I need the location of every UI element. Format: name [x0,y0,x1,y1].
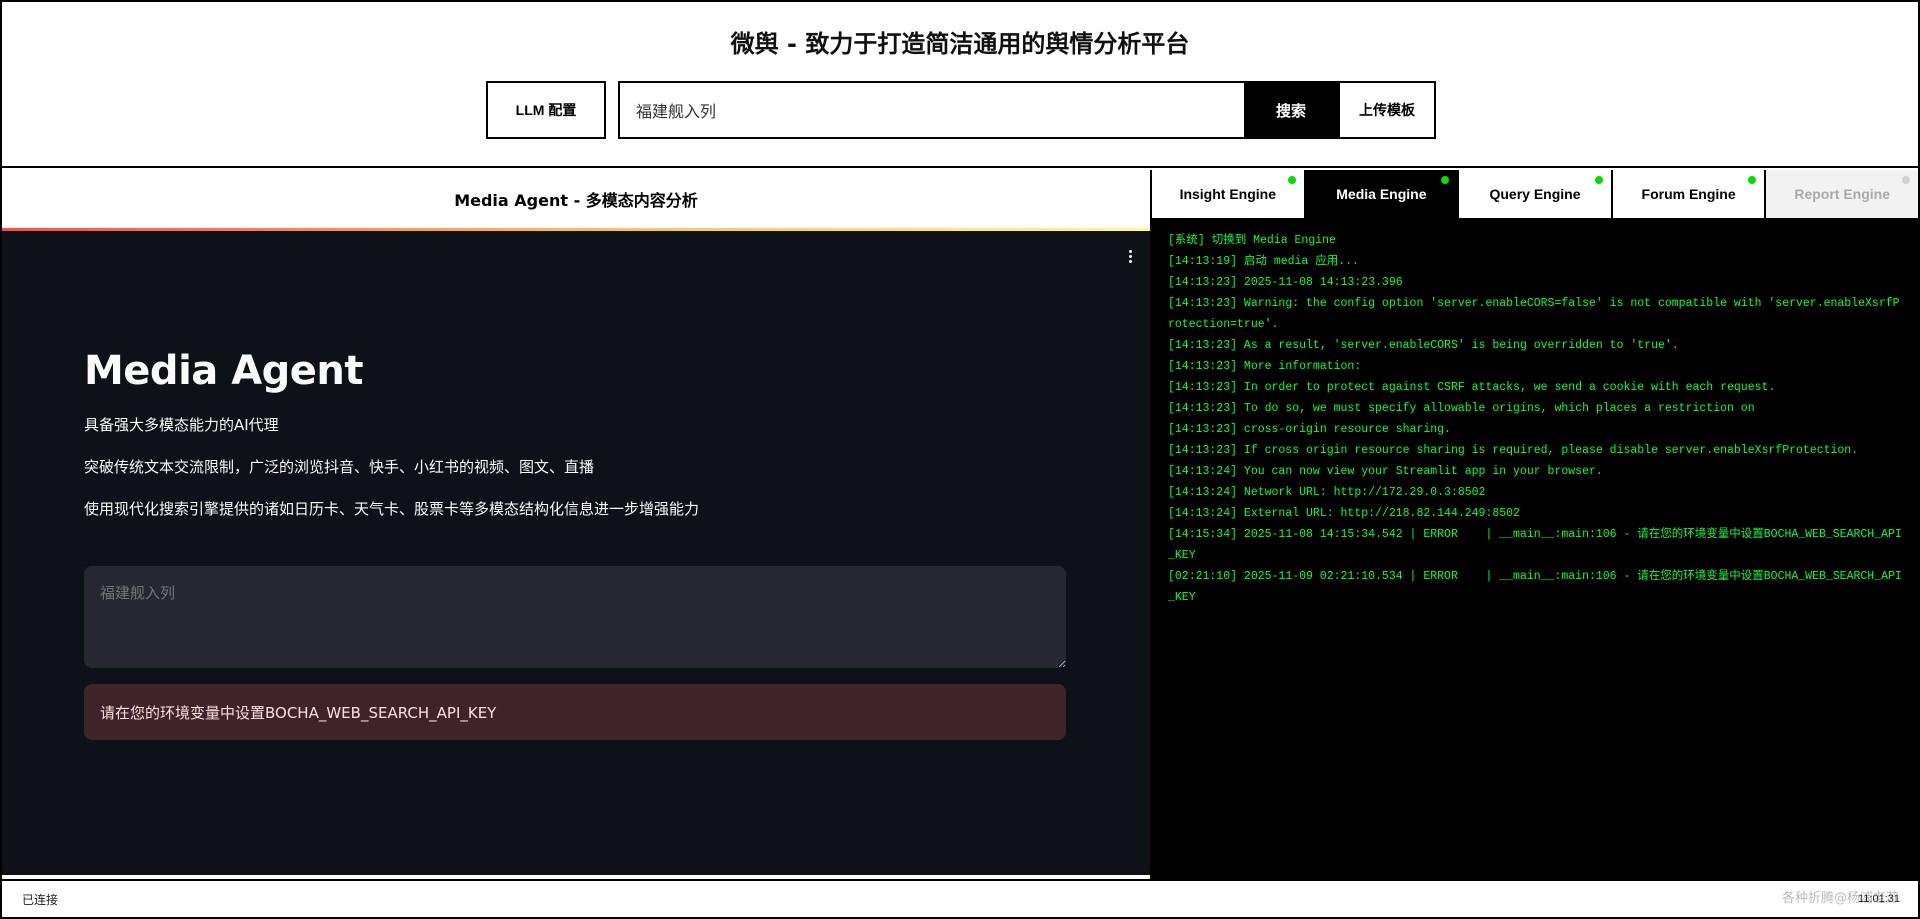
engine-tabs: Insight Engine Media Engine Query Engine… [1152,170,1918,218]
agent-heading: Media Agent [84,348,364,394]
log-line: [14:13:23] In order to protect against C… [1168,381,1776,394]
tab-insight-engine[interactable]: Insight Engine [1152,170,1306,218]
tab-label: Insight Engine [1179,186,1277,202]
engine-panel: Insight Engine Media Engine Query Engine… [1152,170,1918,879]
agent-description: 具备强大多模态能力的AI代理 [84,416,279,434]
status-bar: 已连接 各种折腾@杨浦老苏 11:01:31 [2,879,1918,917]
decoration-bar [2,228,1150,231]
status-dot-icon [1748,176,1757,184]
log-line: [14:13:23] To do so, we must specify all… [1168,402,1755,415]
log-line: [14:13:24] You can now view your Streaml… [1168,465,1603,478]
log-line: [14:13:23] If cross origin resource shar… [1168,444,1859,457]
search-input[interactable] [620,83,1244,137]
agent-panel-title: Media Agent - 多模态内容分析 [2,170,1150,228]
log-line: [14:13:24] Network URL: http://172.29.0.… [1168,486,1486,499]
log-line: [02:21:10] 2025-11-09 02:21:10.534 | ERR… [1168,570,1902,604]
tab-forum-engine[interactable]: Forum Engine [1612,170,1767,218]
page-title: 微舆 - 致力于打造简洁通用的舆情分析平台 [730,30,1190,58]
log-line: [14:13:23] Warning: the config option 's… [1168,297,1900,331]
search-button[interactable]: 搜索 [1244,83,1338,137]
agent-description: 使用现代化搜索引擎提供的诸如日历卡、天气卡、股票卡等多模态结构化信息进一步增强能… [84,500,700,518]
app-window: 微舆 - 致力于打造简洁通用的舆情分析平台 LLM 配置 搜索 上传模板 Med… [0,0,1920,919]
status-dot-icon [1594,176,1603,184]
log-line: [14:13:23] More information: [1168,360,1362,373]
log-line: [14:13:23] As a result, 'server.enableCO… [1168,339,1679,352]
log-line: [14:13:23] cross-origin resource sharing… [1168,423,1451,436]
tab-label: Report Engine [1794,186,1890,202]
upload-template-button[interactable]: 上传模板 [1338,83,1434,137]
tab-label: Forum Engine [1641,186,1736,202]
status-clock: 11:01:31 [1857,893,1900,905]
status-dot-icon [1441,176,1450,184]
tab-label: Query Engine [1489,186,1581,202]
app-header: 微舆 - 致力于打造简洁通用的舆情分析平台 LLM 配置 搜索 上传模板 [2,2,1918,168]
status-dot-icon [1287,176,1296,184]
status-dot-icon [1901,176,1910,184]
log-line: [14:13:24] External URL: http://218.82.1… [1168,507,1520,520]
log-line: [系统] 切换到 Media Engine [1168,234,1336,247]
agent-description: 突破传统文本交流限制，广泛的浏览抖音、快手、小红书的视频、图文、直播 [84,458,595,476]
llm-config-button[interactable]: LLM 配置 [486,81,606,139]
tab-query-engine[interactable]: Query Engine [1459,170,1613,218]
log-line: [14:15:34] 2025-11-08 14:15:34.542 | ERR… [1168,528,1902,562]
tab-media-engine[interactable]: Media Engine [1305,170,1460,218]
query-textarea[interactable] [84,566,1066,668]
tab-label: Media Engine [1336,186,1427,202]
log-line: [14:13:19] 启动 media 应用... [1168,255,1359,268]
more-menu-icon[interactable] [1120,246,1140,266]
log-line: [14:13:23] 2025-11-08 14:13:23.396 [1168,276,1403,289]
agent-panel: Media Agent - 多模态内容分析 Media Agent 具备强大多模… [2,170,1152,879]
error-alert: 请在您的环境变量中设置BOCHA_WEB_SEARCH_API_KEY [84,684,1066,740]
tab-report-engine[interactable]: Report Engine [1766,170,1918,218]
search-bar: 搜索 上传模板 [618,81,1436,139]
connection-status: 已连接 [22,893,59,907]
log-console[interactable]: [系统] 切换到 Media Engine [14:13:19] 启动 medi… [1152,218,1918,879]
